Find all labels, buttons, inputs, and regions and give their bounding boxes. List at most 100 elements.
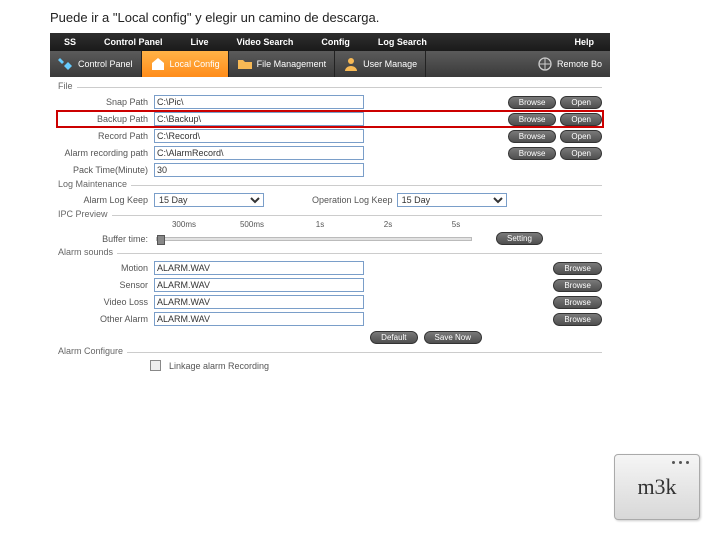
linkage-label: Linkage alarm Recording <box>169 361 269 371</box>
config-body: File Snap Path Browse Open Backup Path B… <box>50 77 610 383</box>
linkage-checkbox[interactable] <box>150 360 161 371</box>
ipc-mark-0: 300ms <box>150 220 218 229</box>
sounds-fieldset: Alarm sounds Motion Browse Sensor Browse… <box>58 253 602 344</box>
alarm-rec-label: Alarm recording path <box>58 148 150 158</box>
folder-icon <box>237 56 253 72</box>
snap-path-row: Snap Path Browse Open <box>58 95 602 109</box>
snap-open-button[interactable]: Open <box>560 96 602 109</box>
pack-time-input[interactable] <box>154 163 364 177</box>
backup-path-row: Backup Path Browse Open <box>58 112 602 126</box>
motion-row: Motion Browse <box>58 261 602 275</box>
menu-config[interactable]: Config <box>307 37 364 47</box>
vloss-browse-button[interactable]: Browse <box>553 296 602 309</box>
default-button[interactable]: Default <box>370 331 417 344</box>
menu-control-panel[interactable]: Control Panel <box>90 37 177 47</box>
alarm-rec-open-button[interactable]: Open <box>560 147 602 160</box>
buffer-row: Buffer time: Setting <box>58 232 602 245</box>
ipc-legend: IPC Preview <box>58 209 112 219</box>
op-log-keep-label: Operation Log Keep <box>312 195 393 205</box>
record-browse-button[interactable]: Browse <box>508 130 557 143</box>
alarm-rec-input[interactable] <box>154 146 364 160</box>
buffer-label: Buffer time: <box>58 234 150 244</box>
tab-remote[interactable]: Remote Bo <box>529 51 610 77</box>
ipc-mark-1: 500ms <box>218 220 286 229</box>
record-path-label: Record Path <box>58 131 150 141</box>
sensor-label: Sensor <box>58 280 150 290</box>
file-legend: File <box>58 81 77 91</box>
alarm-cfg-fieldset: Alarm Configure Linkage alarm Recording <box>58 352 602 371</box>
record-path-row: Record Path Browse Open <box>58 129 602 143</box>
tab-label: Remote Bo <box>557 59 602 69</box>
menu-log-search[interactable]: Log Search <box>364 37 441 47</box>
sounds-legend: Alarm sounds <box>58 247 117 257</box>
linkage-row: Linkage alarm Recording <box>58 360 602 371</box>
snap-path-label: Snap Path <box>58 97 150 107</box>
motion-browse-button[interactable]: Browse <box>553 262 602 275</box>
record-open-button[interactable]: Open <box>560 130 602 143</box>
menu-help[interactable]: Help <box>560 37 610 47</box>
other-alarm-label: Other Alarm <box>58 314 150 324</box>
log-keep-row: Alarm Log Keep 15 Day Operation Log Keep… <box>58 193 602 207</box>
other-alarm-input[interactable] <box>154 312 364 326</box>
tab-label: User Manage <box>363 59 417 69</box>
menu-video-search[interactable]: Video Search <box>223 37 308 47</box>
tab-user-manage[interactable]: User Manage <box>335 51 426 77</box>
ipc-marks: 300ms 500ms 1s 2s 5s <box>150 220 490 229</box>
ipc-mark-2: 1s <box>286 220 354 229</box>
vloss-row: Video Loss Browse <box>58 295 602 309</box>
globe-icon <box>537 56 553 72</box>
alarm-rec-row: Alarm recording path Browse Open <box>58 146 602 160</box>
ipc-mark-3: 2s <box>354 220 422 229</box>
menu-live[interactable]: Live <box>177 37 223 47</box>
other-alarm-browse-button[interactable]: Browse <box>553 313 602 326</box>
tab-control-panel[interactable]: Control Panel <box>50 51 142 77</box>
house-icon <box>150 56 166 72</box>
log-legend: Log Maintenance <box>58 179 131 189</box>
tab-file-management[interactable]: File Management <box>229 51 336 77</box>
ipc-fieldset: IPC Preview 300ms 500ms 1s 2s 5s Buffer … <box>58 215 602 245</box>
tab-label: Local Config <box>170 59 220 69</box>
snap-path-input[interactable] <box>154 95 364 109</box>
wrench-icon <box>58 56 74 72</box>
buffer-slider[interactable] <box>156 237 472 241</box>
ipc-mark-4: 5s <box>422 220 490 229</box>
m3k-logo: m3k <box>614 454 700 520</box>
alarm-log-keep-label: Alarm Log Keep <box>58 195 150 205</box>
tab-local-config[interactable]: Local Config <box>142 51 229 77</box>
backup-path-label: Backup Path <box>58 114 150 124</box>
toolbar: Control Panel Local Config File Manageme… <box>50 51 610 77</box>
sensor-browse-button[interactable]: Browse <box>553 279 602 292</box>
motion-input[interactable] <box>154 261 364 275</box>
tab-label: File Management <box>257 59 327 69</box>
tab-label: Control Panel <box>78 59 133 69</box>
alarm-log-keep-select[interactable]: 15 Day <box>154 193 264 207</box>
caption-text: Puede ir a "Local config" y elegir un ca… <box>0 0 720 33</box>
ipc-setting-button[interactable]: Setting <box>496 232 543 245</box>
slider-thumb-icon[interactable] <box>157 235 165 245</box>
pack-time-row: Pack Time(Minute) <box>58 163 602 177</box>
backup-browse-button[interactable]: Browse <box>508 113 557 126</box>
alarm-rec-browse-button[interactable]: Browse <box>508 147 557 160</box>
save-now-button[interactable]: Save Now <box>424 331 482 344</box>
snap-browse-button[interactable]: Browse <box>508 96 557 109</box>
logo-text: m3k <box>637 474 676 500</box>
alarm-cfg-legend: Alarm Configure <box>58 346 127 356</box>
app-badge: SS <box>50 37 90 47</box>
sensor-row: Sensor Browse <box>58 278 602 292</box>
pack-time-label: Pack Time(Minute) <box>58 165 150 175</box>
sounds-buttons: Default Save Now <box>58 329 482 344</box>
app-window: SS Control Panel Live Video Search Confi… <box>50 33 610 383</box>
backup-path-input[interactable] <box>154 112 364 126</box>
motion-label: Motion <box>58 263 150 273</box>
other-alarm-row: Other Alarm Browse <box>58 312 602 326</box>
vloss-input[interactable] <box>154 295 364 309</box>
file-fieldset: File Snap Path Browse Open Backup Path B… <box>58 87 602 177</box>
backup-open-button[interactable]: Open <box>560 113 602 126</box>
record-path-input[interactable] <box>154 129 364 143</box>
sensor-input[interactable] <box>154 278 364 292</box>
logo-dots-icon <box>672 461 689 464</box>
menubar: SS Control Panel Live Video Search Confi… <box>50 33 610 51</box>
log-fieldset: Log Maintenance Alarm Log Keep 15 Day Op… <box>58 185 602 207</box>
user-icon <box>343 56 359 72</box>
op-log-keep-select[interactable]: 15 Day <box>397 193 507 207</box>
